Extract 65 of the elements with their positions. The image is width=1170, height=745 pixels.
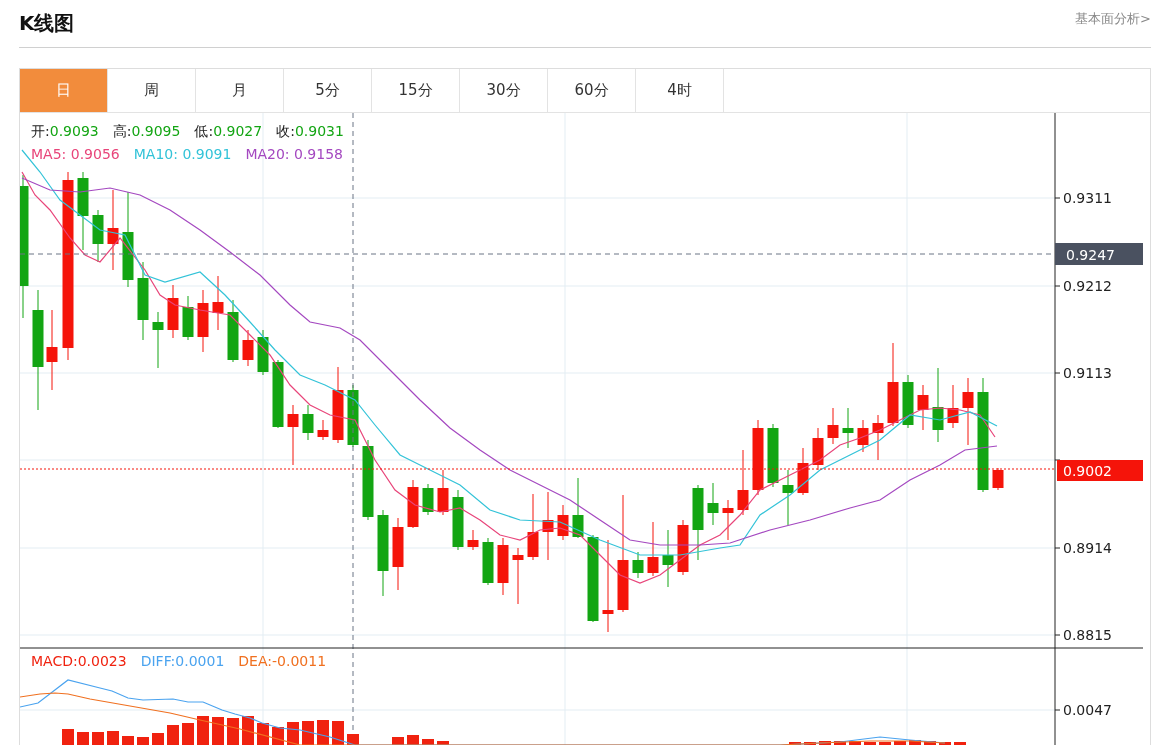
price-axis-label: 0.9212 <box>1063 278 1112 294</box>
candlestick <box>482 537 494 586</box>
candlestick <box>917 384 929 431</box>
price-axis-label: 0.8914 <box>1063 540 1112 556</box>
candlestick <box>467 529 479 551</box>
ohlc-reading: 开:0.9093 <box>31 123 99 141</box>
candlestick <box>497 537 509 596</box>
candlestick <box>407 479 419 529</box>
candlestick <box>707 482 719 526</box>
candlestick <box>662 529 674 588</box>
candlestick <box>992 467 1004 491</box>
candlestick <box>302 404 314 441</box>
candlestick <box>572 477 584 539</box>
candlestick <box>827 407 839 445</box>
macd-reading: DEA:-0.0011 <box>238 653 327 669</box>
moving-average-reading: MA5: 0.9056 <box>31 146 120 162</box>
price-axis-label: 0.9113 <box>1063 365 1112 381</box>
moving-average-reading: MA10: 0.9091 <box>133 146 232 162</box>
candlestick <box>257 329 269 376</box>
macd-axis-label: 0.0047 <box>1063 702 1112 718</box>
candlestick <box>242 329 254 367</box>
ohlc-reading: 收:0.9031 <box>276 123 344 141</box>
candlestick <box>962 377 974 446</box>
candlestick <box>527 493 539 561</box>
moving-average-reading: MA20: 0.9158 <box>245 146 343 162</box>
ohlc-reading: 低:0.9027 <box>194 123 263 141</box>
ohlc-reading: 高:0.9095 <box>112 123 181 141</box>
candlestick <box>287 404 299 466</box>
candlestick <box>212 275 224 331</box>
price-axis-label: 0.8815 <box>1063 627 1112 643</box>
candlestick <box>512 547 524 605</box>
last-price-label: 0.9002 <box>1063 463 1112 479</box>
candlestick <box>437 469 449 516</box>
candlestick <box>152 311 164 369</box>
candlestick <box>197 289 209 353</box>
candlestick <box>782 469 794 526</box>
candlestick <box>317 419 329 441</box>
candlestick <box>452 489 464 551</box>
candlestick <box>92 209 104 263</box>
candlestick <box>947 384 959 429</box>
candlestick <box>797 447 809 496</box>
candlestick <box>767 423 779 488</box>
candlestick <box>182 295 194 341</box>
candlestick <box>677 519 689 576</box>
candlestick <box>542 491 554 561</box>
page-title: K线图 <box>19 10 75 37</box>
candlestick <box>737 449 749 516</box>
candlestick <box>647 521 659 577</box>
candlestick <box>422 483 434 516</box>
candlestick <box>272 359 284 429</box>
candlestick <box>632 551 644 579</box>
candlestick <box>557 504 569 541</box>
candlestick <box>857 419 869 453</box>
candlestick <box>722 499 734 541</box>
macd-reading: DIFF:0.0001 <box>140 653 225 669</box>
candlestick <box>842 407 854 449</box>
fundamental-analysis-link[interactable]: 基本面分析> <box>1075 9 1151 28</box>
macd-reading: MACD:0.0023 <box>31 653 127 669</box>
price-axis-label: 0.9311 <box>1063 190 1112 206</box>
candlestick <box>812 427 824 471</box>
crosshair-price-label: 0.9247 <box>1066 247 1115 263</box>
candlestick <box>167 284 179 339</box>
candlestick <box>902 374 914 429</box>
candlestick <box>227 299 239 363</box>
candlestick <box>872 414 884 461</box>
